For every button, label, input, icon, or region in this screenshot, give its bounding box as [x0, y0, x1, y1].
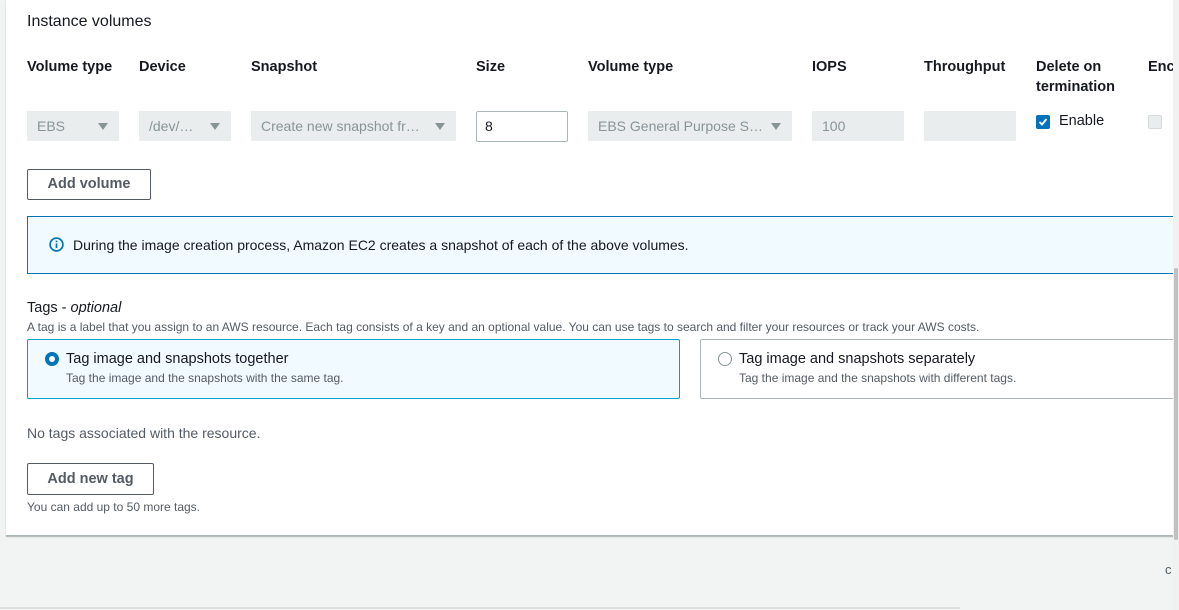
caret-down-icon	[210, 123, 220, 130]
no-tags-message: No tags associated with the resource.	[27, 425, 261, 441]
ami-volumes-panel: Instance volumes Volume type Device Snap…	[6, 0, 1174, 536]
col-delete-line2: termination	[1036, 79, 1115, 95]
snapshot-value: Create new snapshot fr…	[261, 118, 420, 134]
caret-down-icon	[771, 123, 781, 130]
col-ebs-volume-type: Volume type	[588, 59, 674, 75]
partial-glyph: c	[1165, 562, 1172, 577]
tag-separate-desc: Tag the image and the snapshots with dif…	[739, 371, 1017, 385]
col-encrypted: Enc	[1148, 59, 1174, 75]
info-alert-text: During the image creation process, Amazo…	[73, 237, 689, 253]
tag-limit-hint: You can add up to 50 more tags.	[27, 500, 201, 514]
info-alert: During the image creation process, Amazo…	[27, 216, 1173, 274]
col-iops: IOPS	[812, 59, 847, 75]
iops-value: 100	[822, 118, 846, 134]
col-delete-line1: Delete on	[1036, 59, 1102, 75]
section-title: Instance volumes	[27, 13, 152, 30]
size-input[interactable]: 8	[476, 111, 568, 142]
ebs-volume-type-select[interactable]: EBS General Purpose S…	[588, 111, 792, 141]
tag-together-desc: Tag the image and the snapshots with the…	[66, 371, 344, 385]
tags-optional-label: optional	[70, 300, 122, 316]
scrollbar-thumb[interactable]	[1174, 268, 1178, 540]
radio-unselected-icon[interactable]	[718, 352, 732, 366]
volume-type-select[interactable]: EBS	[27, 111, 119, 141]
delete-on-termination-checkbox[interactable]	[1036, 115, 1050, 129]
volume-type-value: EBS	[37, 118, 66, 134]
device-select[interactable]: /dev/…	[139, 111, 231, 141]
add-volume-button[interactable]: Add volume	[27, 169, 151, 200]
add-new-tag-button[interactable]: Add new tag	[27, 463, 154, 495]
tag-separate-label: Tag image and snapshots separately	[739, 351, 976, 367]
checkmark-icon	[1038, 118, 1048, 126]
caret-down-icon	[435, 123, 445, 130]
tags-description: A tag is a label that you assign to an A…	[27, 320, 980, 334]
device-value: /dev/…	[149, 118, 194, 134]
col-device: Device	[139, 59, 186, 75]
col-delete-on-termination: Delete on termination	[1036, 57, 1115, 97]
tag-separate-option[interactable]: Tag image and snapshots separately Tag t…	[700, 339, 1173, 399]
tag-together-option[interactable]: Tag image and snapshots together Tag the…	[27, 339, 680, 399]
tags-title-text: Tags -	[27, 300, 71, 316]
col-volume-type: Volume type	[27, 59, 113, 75]
ebs-volume-type-value: EBS General Purpose S…	[598, 118, 763, 134]
scrollbar[interactable]	[1173, 0, 1179, 610]
tag-together-label: Tag image and snapshots together	[66, 351, 289, 367]
iops-input[interactable]: 100	[812, 111, 904, 141]
caret-down-icon	[98, 123, 108, 130]
tags-title: Tags - optional	[27, 300, 121, 316]
delete-enable-label: Enable	[1059, 113, 1105, 129]
bottom-divider	[0, 607, 960, 609]
encrypted-checkbox[interactable]	[1148, 115, 1162, 129]
throughput-input[interactable]	[924, 111, 1016, 141]
col-throughput: Throughput	[924, 59, 1006, 75]
col-snapshot: Snapshot	[251, 59, 318, 75]
info-icon	[49, 237, 64, 252]
snapshot-select[interactable]: Create new snapshot fr…	[251, 111, 456, 141]
col-size: Size	[476, 59, 506, 75]
radio-selected-icon[interactable]	[45, 352, 59, 366]
